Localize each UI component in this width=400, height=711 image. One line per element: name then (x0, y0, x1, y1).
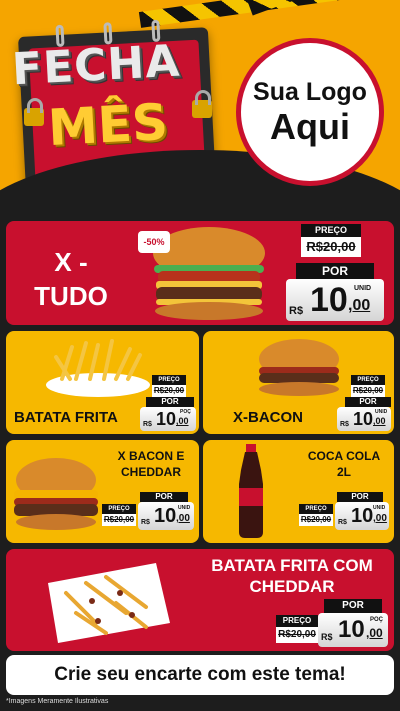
old-price: R$20,00 (351, 385, 385, 397)
preco-label: PREÇO (152, 375, 186, 385)
product-name: BATATA FRITA COM CHEDDAR (194, 555, 390, 597)
product-name: X-BACON (233, 409, 303, 426)
product-card-coca-cola[interactable]: COCA COLA 2L POR PREÇO R$20,00 R$ 10 ,00… (203, 440, 394, 543)
product-name-line1: BATATA FRITA COM (211, 556, 373, 575)
old-price: R$20,00 (299, 514, 333, 526)
product-card-batata-cheddar[interactable]: BATATA FRITA COM CHEDDAR POR PREÇO R$20,… (6, 549, 394, 651)
product-name-line1: X - (54, 247, 88, 277)
padlock-icon (192, 90, 212, 118)
currency-symbol: R$ (340, 421, 349, 428)
price-cents: ,00 (348, 297, 371, 314)
title-mes: MÊS (46, 92, 170, 158)
product-name: X BACON E CHEDDAR (106, 448, 196, 480)
new-price: R$ 10 ,00 POÇ (318, 613, 388, 647)
preco-label: PREÇO (351, 375, 385, 385)
header: FECHA MÊS Sua Logo Aqui (0, 0, 400, 205)
product-name-line2: 2L (336, 465, 351, 479)
product-name: COCA COLA 2L (299, 448, 389, 480)
logo-text-line2: Aqui (270, 106, 350, 147)
currency-symbol: R$ (143, 421, 152, 428)
soda-bottle-image (239, 444, 263, 538)
price-integer: 10 (338, 616, 365, 643)
new-price: R$ 10 ,00 UNID (138, 502, 194, 530)
title-fecha: FECHA (10, 35, 182, 96)
padlock-icon (24, 98, 44, 126)
product-name-line2: TUDO (34, 281, 108, 311)
burger-image (259, 339, 339, 396)
discount-badge: -50% (138, 231, 170, 253)
old-price: R$20,00 (301, 237, 361, 257)
cta-banner[interactable]: Crie seu encarte com este tema! (6, 655, 394, 695)
currency-symbol: R$ (289, 305, 304, 317)
price-unit: UNID (354, 285, 372, 292)
product-name-line2: CHEDDAR (121, 465, 181, 479)
preco-label: PREÇO (299, 504, 333, 514)
price-cents: ,00 (373, 416, 386, 426)
old-price: R$20,00 (276, 627, 318, 643)
fries-image (46, 339, 150, 397)
price-unit: POÇ (370, 617, 384, 623)
por-label: POR (140, 492, 188, 502)
currency-symbol: R$ (321, 632, 333, 642)
currency-symbol: R$ (141, 519, 150, 526)
product-name-line1: X BACON E (117, 449, 185, 463)
cheddar-fries-image (48, 563, 170, 643)
product-name: BATATA FRITA (14, 409, 118, 426)
logo-text-line1: Sua Logo (253, 78, 367, 106)
price-integer: 10 (353, 409, 374, 429)
por-label: POR (345, 397, 391, 407)
featured-product-card[interactable]: X - TUDO -50% PREÇO R$20,00 POR R$ 10 ,0… (6, 221, 394, 325)
price-integer: 10 (154, 505, 177, 527)
currency-symbol: R$ (338, 519, 347, 526)
product-name-line1: COCA COLA (307, 449, 381, 463)
new-price: R$ 10 ,00 UNID (337, 407, 391, 431)
product-name-line2: CHEDDAR (249, 577, 335, 596)
product-card-x-bacon-cheddar[interactable]: X BACON E CHEDDAR POR PREÇO R$20,00 R$ 1… (6, 440, 199, 543)
price-unit: POÇ (180, 409, 191, 415)
price-unit: UNID (375, 409, 388, 415)
new-price: R$ 10 ,00 UNID (286, 279, 384, 321)
por-label: POR (146, 397, 194, 407)
caution-tape (247, 0, 400, 16)
price-unit: UNID (373, 505, 386, 511)
por-label: POR (324, 599, 382, 613)
price-unit: UNID (178, 505, 191, 511)
disclaimer: *Imagens Meramente Ilustrativas (6, 698, 109, 705)
old-price: R$20,00 (102, 514, 136, 526)
price-cents: ,00 (176, 416, 189, 426)
price-cents: ,00 (366, 626, 383, 640)
por-label: POR (337, 492, 383, 502)
product-name: X - TUDO (20, 245, 122, 313)
old-price: R$20,00 (152, 385, 186, 397)
price-cents: ,00 (373, 513, 387, 524)
por-label: POR (296, 263, 374, 280)
logo-placeholder: Sua Logo Aqui (236, 38, 384, 186)
price-integer: 10 (351, 505, 374, 527)
new-price: R$ 10 ,00 POÇ (140, 407, 196, 431)
preco-label: PREÇO (301, 224, 361, 237)
price-integer: 10 (310, 281, 348, 319)
price-cents: ,00 (176, 513, 190, 524)
product-card-batata-frita[interactable]: BATATA FRITA PREÇO R$20,00 POR R$ 10 ,00… (6, 331, 199, 434)
price-integer: 10 (156, 409, 177, 429)
product-card-x-bacon[interactable]: X-BACON PREÇO R$20,00 POR R$ 10 ,00 UNID (203, 331, 394, 434)
burger-image (14, 458, 98, 530)
preco-label: PREÇO (102, 504, 136, 514)
preco-label: PREÇO (276, 615, 318, 627)
new-price: R$ 10 ,00 UNID (335, 502, 389, 530)
